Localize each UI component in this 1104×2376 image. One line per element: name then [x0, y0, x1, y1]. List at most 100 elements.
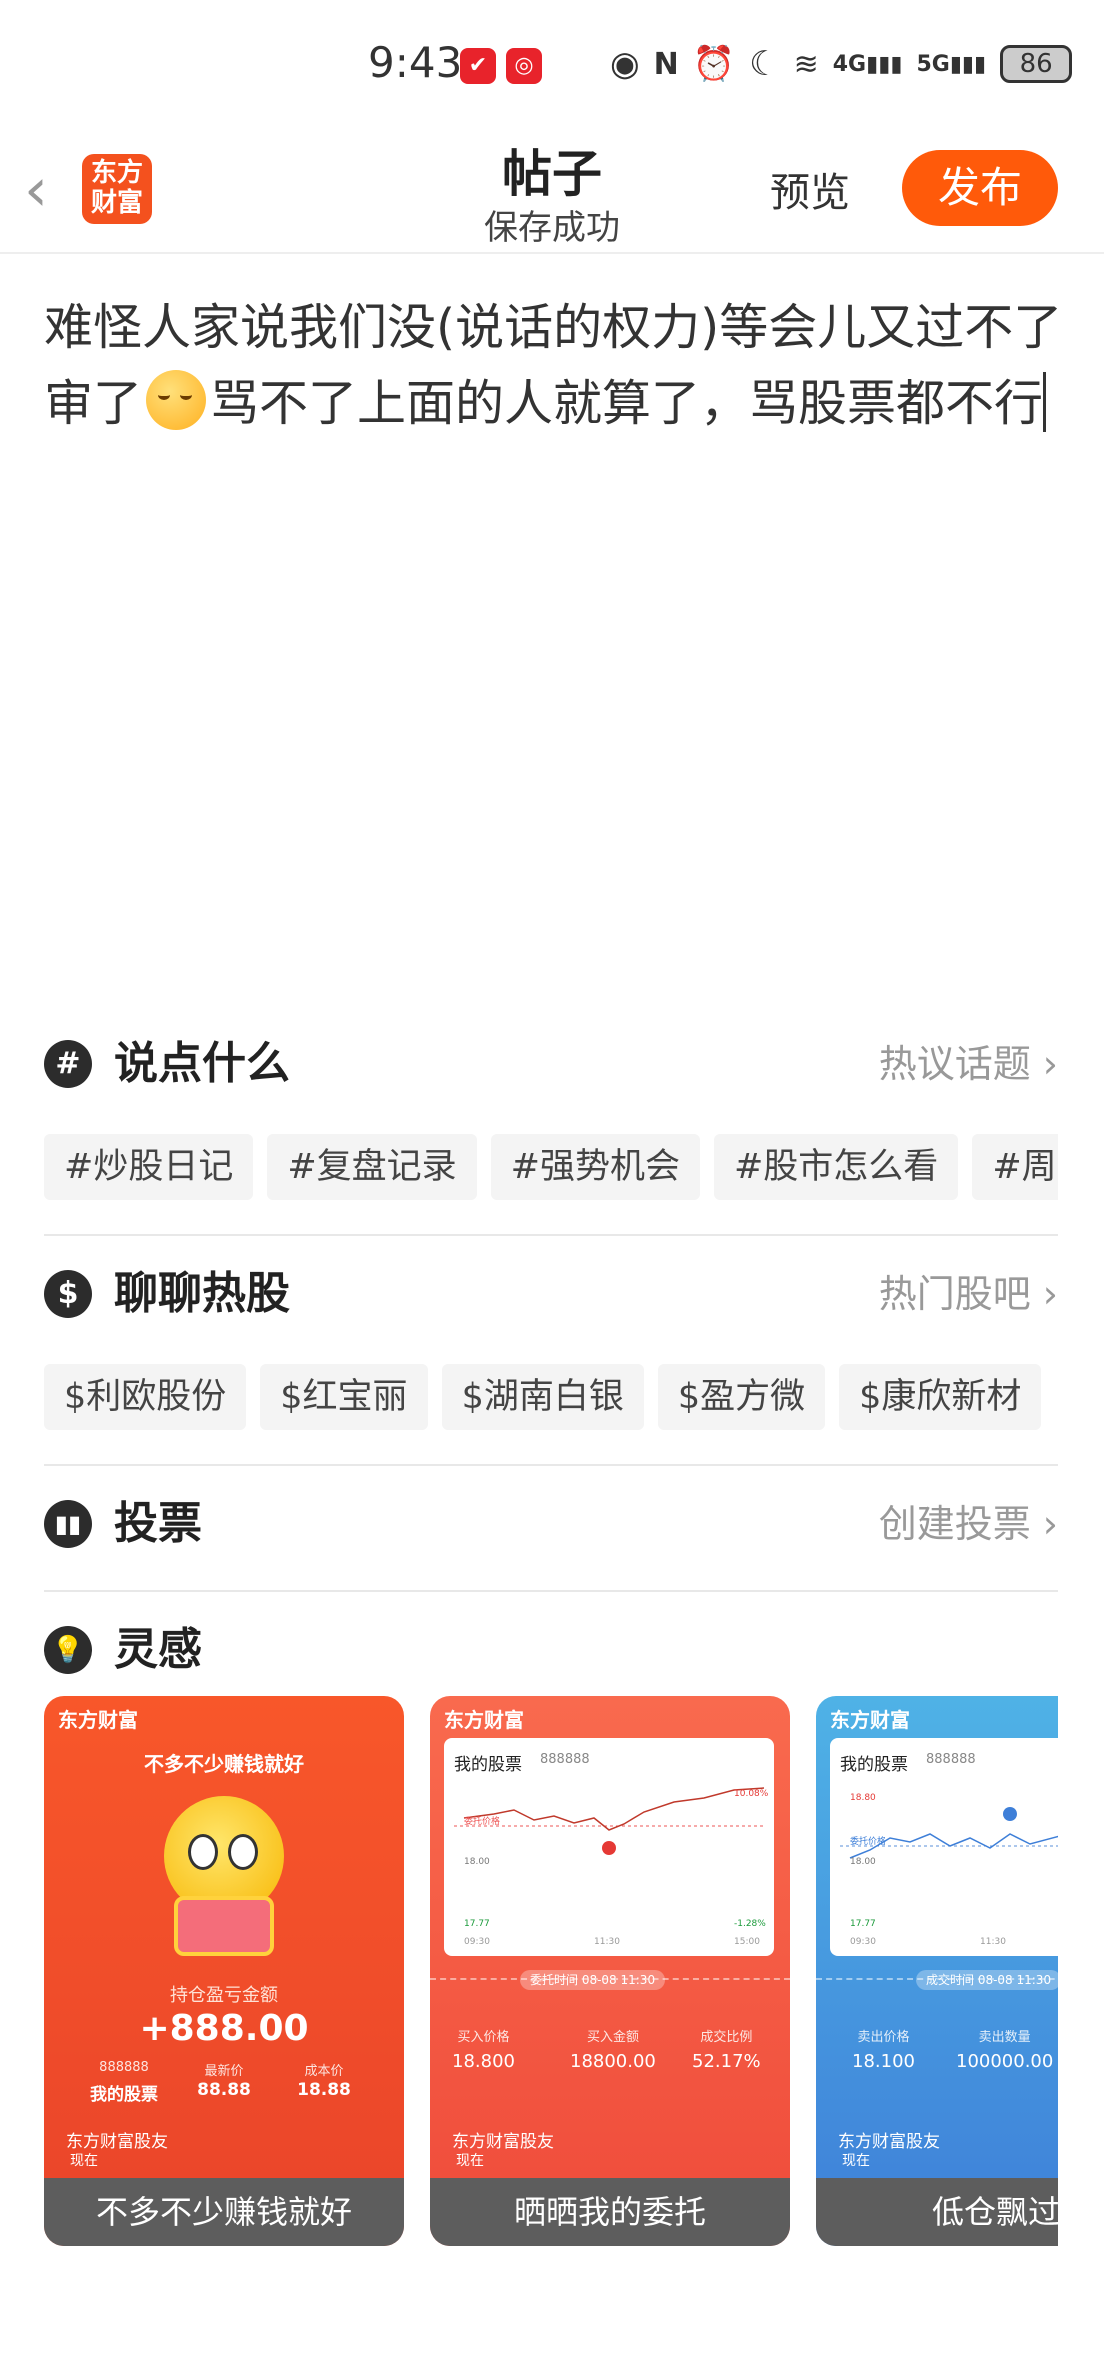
stock-chip[interactable]: $红宝丽 — [260, 1364, 428, 1430]
time-start: 09:30 — [464, 1937, 490, 1947]
vote-bars-icon: ▮▮ — [44, 1500, 92, 1548]
hot-stock-bar-link[interactable]: 热门股吧 › — [879, 1264, 1058, 1324]
order-label: 委托价格 — [464, 1815, 500, 1827]
stock-chart-panel: 我的股票 888888 委托价格 10.08% 18.00 17.77 -1.2… — [444, 1738, 774, 1956]
battery-icon: 86 — [1000, 45, 1073, 83]
topics-title: 说点什么 — [114, 1038, 290, 1089]
status-icons: ◉ N ⏰ ☾ ≋ 4G▮▮▮ 5G▮▮▮ 86 — [610, 44, 1073, 84]
app-notification-icon: ✔ — [460, 48, 496, 84]
card-time: 现在 — [70, 2153, 98, 2169]
editor-text-2: 骂不了上面的人就算了，骂股票都不行 — [210, 375, 1044, 432]
pct-top: 10.08% — [734, 1789, 769, 1799]
hot-topics-link[interactable]: 热议话题 › — [879, 1034, 1058, 1094]
topic-chip[interactable]: #周 — [972, 1134, 1058, 1200]
card-brand: 东方财富 — [830, 1708, 910, 1732]
card-time: 现在 — [456, 2153, 484, 2169]
trade-time-tag: 成交时间 08-08 11:30 — [916, 1970, 1058, 1990]
topic-chip[interactable]: #炒股日记 — [44, 1134, 254, 1200]
topic-chip[interactable]: #股市怎么看 — [713, 1134, 959, 1200]
inspiration-title: 灵感 — [114, 1624, 202, 1675]
divider — [44, 1464, 1058, 1466]
price-value: 88.88 — [197, 2080, 251, 2100]
stock-chart-panel: 我的股票 888888 18.80 委托价格 18.00 17.77 09:30… — [830, 1738, 1058, 1956]
intraday-chart: 18.80 委托价格 18.00 17.77 09:30 11:30 — [840, 1793, 1058, 1947]
wifi-icon: ≋ — [793, 46, 819, 82]
nfc-icon: N — [653, 46, 679, 82]
divider — [44, 1590, 1058, 1592]
chevron-right-icon: › — [1042, 1042, 1058, 1086]
card-user: 东方财富股友 — [838, 2132, 940, 2152]
card-footer-label: 晒晒我的委托 — [430, 2178, 790, 2246]
vote-section[interactable]: ▮▮ 投票 创建投票 › — [44, 1494, 1058, 1554]
card-user: 东方财富股友 — [66, 2132, 168, 2152]
divider — [44, 1234, 1058, 1236]
card-brand: 东方财富 — [444, 1708, 524, 1732]
lightbulb-icon: 💡 — [44, 1626, 92, 1674]
stat-buy-amount: 买入金额 18800.00 — [570, 2030, 656, 2072]
inspiration-card[interactable]: 东方财富 我的股票 888888 委托价格 10.08% 18.00 17.77… — [430, 1696, 790, 2246]
mascot-eye — [228, 1834, 258, 1870]
card-footer-label: 不多不少赚钱就好 — [44, 2178, 404, 2246]
buy-marker — [602, 1841, 616, 1855]
top-nav-bar: ‹ 东方 财富 帖子 保存成功 预览 发布 — [0, 130, 1104, 254]
app-notification-icon-2: ◎ — [506, 48, 542, 84]
card-user: 东方财富股友 — [452, 2132, 554, 2152]
card-footer-label: 低仓飘过 — [816, 2178, 1058, 2246]
stock-name: 我的股票 — [90, 2085, 158, 2105]
alarm-icon: ⏰ — [692, 44, 736, 84]
signal-5g-icon: 5G▮▮▮ — [916, 51, 987, 77]
cost-label: 成本价 — [304, 2064, 344, 2079]
y-top: 18.00 — [464, 1857, 490, 1867]
signal-4g-icon: 4G▮▮▮ — [832, 51, 903, 77]
stock-chip[interactable]: $利欧股份 — [44, 1364, 247, 1430]
stat-buy-price: 买入价格 18.800 — [452, 2030, 515, 2072]
y-bottom: 17.77 — [850, 1919, 876, 1929]
topic-chip[interactable]: #复盘记录 — [267, 1134, 477, 1200]
hot-stocks-title: 聊聊热股 — [114, 1268, 290, 1319]
topic-chip[interactable]: #强势机会 — [490, 1134, 700, 1200]
y-bottom: 17.77 — [464, 1919, 490, 1929]
pnl-label: 持仓盈亏金额 — [170, 1985, 278, 2006]
moon-icon: ☾ — [749, 44, 780, 84]
status-bar: 9:43 ✔ ◎ ◉ N ⏰ ☾ ≋ 4G▮▮▮ 5G▮▮▮ 86 — [0, 0, 1104, 130]
hot-stocks-section: $ 聊聊热股 热门股吧 › $利欧股份 $红宝丽 $湖南白银 $盈方微 $康欣新… — [44, 1264, 1058, 1430]
order-time-tag: 委托时间 08-08 11:30 — [520, 1970, 666, 1990]
time-mid: 11:30 — [980, 1937, 1006, 1947]
smirk-emoji-icon — [146, 370, 207, 430]
status-time: 9:43 — [368, 38, 463, 87]
vote-title: 投票 — [114, 1498, 202, 1549]
gift-box-icon — [174, 1896, 274, 1956]
stat-sell-quantity: 卖出数量 100000.00 — [956, 2030, 1054, 2072]
inspiration-section: 💡 灵感 — [44, 1620, 1058, 1680]
dollar-icon: $ — [44, 1270, 92, 1318]
create-vote-link[interactable]: 创建投票 › — [879, 1494, 1058, 1554]
stat-fill-ratio: 成交比例 52.17% — [692, 2030, 761, 2072]
intraday-chart: 委托价格 10.08% 18.00 17.77 -1.28% 09:30 11:… — [454, 1787, 769, 1947]
stock-code: 888888 — [99, 2060, 149, 2075]
price-line — [463, 1787, 765, 1831]
publish-button[interactable]: 发布 — [902, 150, 1058, 226]
order-label: 委托价格 — [850, 1835, 886, 1847]
sell-marker — [1003, 1807, 1017, 1821]
pct-bottom: -1.28% — [734, 1919, 766, 1929]
y-mid: 18.00 — [850, 1857, 876, 1867]
inspiration-card[interactable]: 东方财富 不多不少赚钱就好 持仓盈亏金额 +888.00 888888 最新价 … — [44, 1696, 404, 2246]
stock-chip[interactable]: $盈方微 — [657, 1364, 826, 1430]
chevron-right-icon: › — [1042, 1272, 1058, 1316]
inspiration-card[interactable]: 东方财富 我的股票 888888 18.80 委托价格 18.00 17.77 … — [816, 1696, 1058, 2246]
preview-button[interactable]: 预览 — [770, 160, 850, 218]
card-headline: 不多不少赚钱就好 — [144, 1752, 304, 1776]
topics-section: # 说点什么 热议话题 › #炒股日记 #复盘记录 #强势机会 #股市怎么看 #… — [44, 1034, 1058, 1200]
mascot-eye — [188, 1834, 218, 1870]
stat-sell-price: 卖出价格 18.100 — [852, 2030, 915, 2072]
time-end: 15:00 — [734, 1937, 760, 1947]
time-start: 09:30 — [850, 1937, 876, 1947]
price-label: 最新价 — [204, 2064, 244, 2079]
eye-icon: ◉ — [610, 44, 640, 84]
text-cursor — [1043, 372, 1047, 432]
hashtag-icon: # — [44, 1040, 92, 1088]
stock-chip[interactable]: $湖南白银 — [441, 1364, 644, 1430]
card-time: 现在 — [842, 2153, 870, 2169]
stock-chip[interactable]: $康欣新材 — [839, 1364, 1042, 1430]
post-editor[interactable]: 难怪人家说我们没(说话的权力)等会儿又过不了审了 骂不了上面的人就算了，骂股票都不… — [44, 290, 1064, 442]
